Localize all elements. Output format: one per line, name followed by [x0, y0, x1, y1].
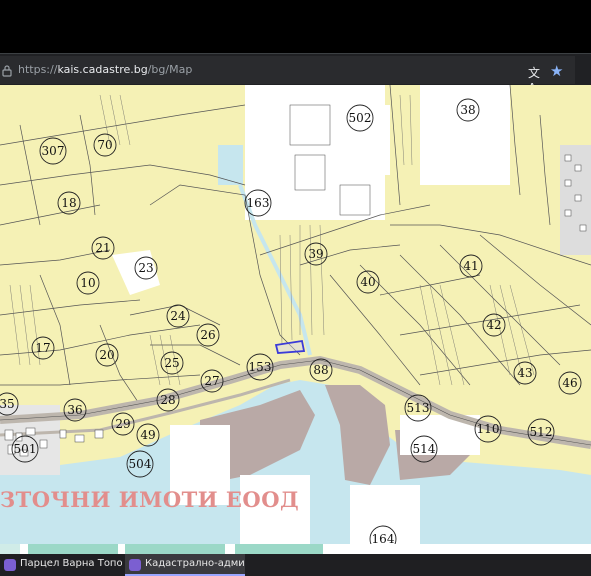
parcel-label-28: 28	[156, 388, 180, 412]
screen-top-bezel	[0, 0, 591, 53]
parcel-label-text: 42	[486, 318, 501, 332]
parcel-label-text: 512	[530, 425, 553, 439]
parcel-label-41: 41	[459, 254, 483, 278]
parcel-label-text: 35	[0, 397, 15, 411]
parcel-label-text: 46	[562, 376, 577, 390]
parcel-label-46: 46	[558, 371, 582, 395]
parcel-label-24: 24	[166, 304, 190, 328]
parcel-label-10: 10	[76, 271, 100, 295]
white-block-38	[420, 85, 510, 185]
parcel-label-17: 17	[31, 336, 55, 360]
parcel-label-110: 110	[474, 415, 502, 443]
parcel-label-text: 513	[407, 401, 430, 415]
taskbar-tab-2[interactable]: Кадастрално-админ...	[125, 554, 245, 576]
parcel-label-text: 36	[67, 403, 82, 417]
parcel-label-21: 21	[91, 236, 115, 260]
parcel-label-text: 23	[138, 261, 153, 275]
parcel-label-18: 18	[57, 191, 81, 215]
watermark-text: ЗТОЧНИ ИМОТИ ЕООД	[0, 487, 300, 512]
parcel-label-text: 18	[61, 196, 76, 210]
parcel-label-text: 514	[413, 442, 436, 456]
parcel-label-text: 24	[170, 309, 186, 323]
parcel-label-text: 17	[35, 341, 50, 355]
parcel-label-text: 28	[160, 393, 175, 407]
url-path: /bg/Map	[147, 63, 193, 76]
parcel-label-text: 29	[115, 417, 130, 431]
url-scheme: https://	[18, 63, 58, 76]
parcel-label-42: 42	[482, 313, 506, 337]
parcel-label-text: 38	[460, 103, 475, 117]
parcel-label-text: 26	[200, 328, 215, 342]
taskbar-tab-label: Кадастрално-админ...	[145, 558, 245, 569]
parcel-label-text: 501	[14, 442, 37, 456]
parcel-label-49: 49	[136, 423, 160, 447]
parcel-label-text: 43	[517, 366, 532, 380]
parcel-label-text: 164	[372, 532, 395, 544]
parcel-label-153: 153	[246, 353, 274, 381]
parcel-label-text: 27	[204, 374, 219, 388]
strip-seg-2	[28, 544, 118, 554]
parcel-label-43: 43	[513, 361, 537, 385]
parcel-label-25: 25	[160, 351, 184, 375]
parcel-label-text: 10	[80, 276, 95, 290]
star-icon[interactable]: ★	[550, 62, 563, 80]
parcel-label-text: 504	[129, 457, 152, 471]
parcel-label-text: 21	[95, 241, 110, 255]
parcel-label-512: 512	[527, 418, 555, 446]
strip-seg-4	[235, 544, 323, 554]
parcel-label-26: 26	[196, 323, 220, 347]
parcel-label-20: 20	[95, 343, 119, 367]
parcel-label-text: 70	[97, 138, 112, 152]
url-host: kais.cadastre.bg	[57, 63, 148, 76]
site-info-icon[interactable]	[2, 65, 12, 77]
parcel-label-text: 153	[249, 360, 272, 374]
strip-seg-1	[0, 544, 20, 554]
address-bar[interactable]: https://kais.cadastre.bg/bg/Map 文A ★	[0, 56, 575, 95]
translate-icon[interactable]: 文A	[528, 64, 542, 95]
parcel-label-text: 307	[42, 144, 65, 158]
parcel-label-text: 25	[164, 356, 179, 370]
map-canvas[interactable]: 307 70 502 38 18 163 21 23 39 41 10 40 24 42 26 17 20 25 1…	[0, 85, 591, 544]
taskbar: Парцел Варна Топол... Кадастрално-админ.…	[0, 554, 591, 576]
parcel-label-text: 49	[140, 428, 155, 442]
selected-parcel[interactable]	[274, 339, 306, 354]
pond	[218, 145, 243, 185]
browser-app-icon	[4, 559, 16, 571]
parcel-label-text: 39	[308, 247, 323, 261]
parcel-label-text: 163	[247, 196, 270, 210]
parcel-label-39: 39	[304, 242, 328, 266]
parcel-label-text: 110	[477, 422, 500, 436]
taskbar-tab-1[interactable]: Парцел Варна Топол...	[0, 554, 122, 576]
browser-app-icon	[129, 559, 141, 571]
browser-toolbar: https://kais.cadastre.bg/bg/Map 文A ★	[0, 53, 591, 95]
parcel-label-text: 40	[360, 275, 375, 289]
parcel-label-text: 88	[313, 363, 328, 377]
parcel-label-307: 307	[39, 137, 67, 165]
url-text[interactable]: https://kais.cadastre.bg/bg/Map	[18, 63, 192, 76]
strip-seg-3	[125, 544, 225, 554]
parcel-label-text: 41	[463, 259, 478, 273]
parcel-label-text: 20	[99, 348, 114, 362]
taskbar-tab-label: Парцел Варна Топол...	[20, 558, 122, 569]
parcel-label-70: 70	[93, 133, 117, 157]
map-bottom-strip	[0, 544, 591, 554]
parcel-label-40: 40	[356, 270, 380, 294]
parcel-label-88: 88	[309, 358, 333, 382]
parcel-label-text: 502	[349, 111, 372, 125]
cadastral-map[interactable]: 307 70 502 38 18 163 21 23 39 41 10 40 24 42 26 17 20 25 1…	[0, 85, 591, 544]
